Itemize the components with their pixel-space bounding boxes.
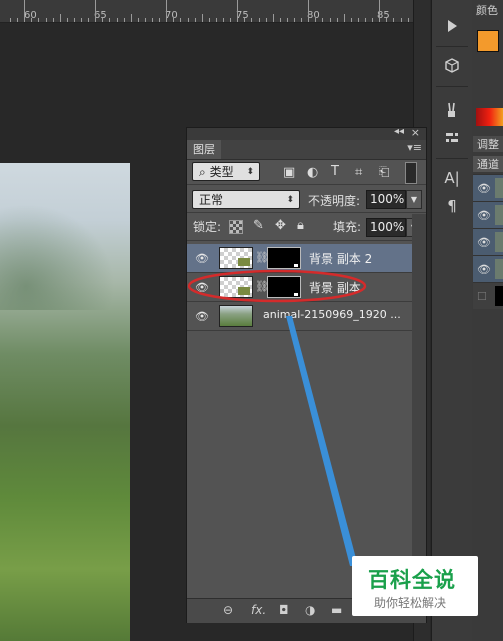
- watermark-logo: 百科全说 助你轻松解决: [352, 556, 478, 616]
- watermark-subtitle: 助你轻松解决: [374, 596, 447, 610]
- watermark-title: 百科全说: [368, 568, 456, 592]
- annotation-red-ellipse: [187, 269, 367, 303]
